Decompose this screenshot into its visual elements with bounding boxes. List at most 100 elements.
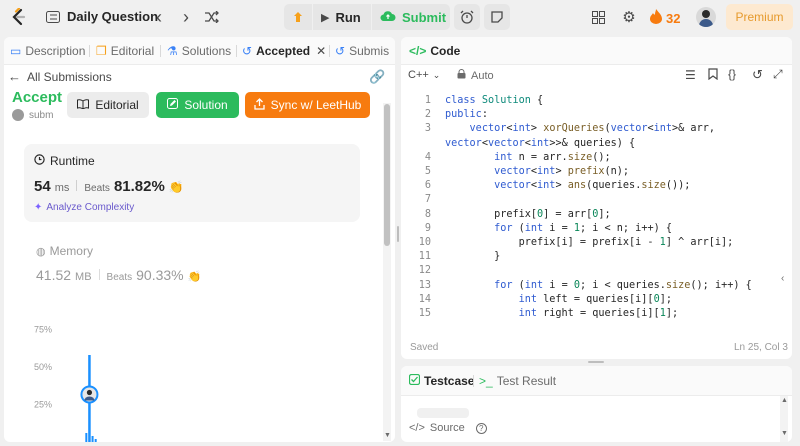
tab-divider <box>89 45 90 57</box>
code-editor[interactable]: 1 class Solution {2 public: 3 vector<int> x… <box>401 95 776 320</box>
left-scrollbar-thumb[interactable] <box>384 104 390 246</box>
tab-code[interactable]: </> Code <box>409 37 460 65</box>
scroll-up-arrow-icon[interactable]: ▲ <box>781 397 788 404</box>
line-number: 12 <box>418 265 431 277</box>
line-number: 2 <box>424 109 431 121</box>
tab-divider <box>473 375 474 387</box>
tab-divider <box>329 45 330 57</box>
tab-accepted[interactable]: ↺ Accepted ✕ <box>242 37 326 65</box>
submitter-info[interactable]: subm <box>12 109 53 121</box>
help-circle-icon[interactable]: ? <box>475 422 487 434</box>
code-brackets-icon: </> <box>409 44 427 58</box>
play-icon: ▶ <box>321 11 330 24</box>
line-content: prefix[i] = prefix[i - 1] ^ arr[i]; <box>445 237 734 248</box>
vertical-splitter-handle[interactable] <box>397 226 399 242</box>
book-icon: ❐ <box>96 44 107 58</box>
tab-description[interactable]: ▭ Description <box>10 37 85 65</box>
solution-button[interactable]: Solution <box>156 92 239 118</box>
tab-testcase[interactable]: Testcase <box>408 366 474 396</box>
cursor-position: Ln 25, Col 3 <box>734 342 788 353</box>
scroll-down-arrow-icon[interactable]: ▼ <box>781 430 788 437</box>
line-content: vector<vector<int>>& queries) { <box>445 137 636 149</box>
checkbox-icon <box>408 373 421 388</box>
distribution-bar[interactable] <box>85 433 88 442</box>
edit-icon <box>167 98 179 112</box>
close-tab-icon[interactable]: ✕ <box>316 44 326 58</box>
line-number: 4 <box>424 151 431 163</box>
line-number: 15 <box>418 308 431 319</box>
notes-button[interactable] <box>484 4 510 30</box>
memory-stats: 41.52 MB Beats 90.33% 👏 <box>36 267 202 283</box>
timer-button[interactable] <box>454 4 480 30</box>
left-tab-bar: ▭ Description ❐ Editorial ⚗ Solutions ↺ … <box>4 37 395 65</box>
language-select[interactable]: C++ ⌄ <box>408 69 440 81</box>
chevron-right-icon[interactable]: › <box>177 6 195 28</box>
y-tick-label: 75% <box>34 325 52 335</box>
share-link-icon[interactable]: 🔗 <box>369 69 385 85</box>
top-bar: Daily Question ‹ › ▶ Run Submit ⚙ 32 Pre <box>0 0 800 34</box>
memory-label-row[interactable]: ◍ Memory <box>36 244 93 258</box>
y-tick-label: 50% <box>34 362 52 372</box>
sync-leethub-button[interactable]: Sync w/ LeetHub <box>245 92 370 118</box>
user-avatar[interactable] <box>696 7 716 27</box>
line-number: 14 <box>418 293 431 305</box>
submit-button[interactable]: Submit <box>372 4 450 30</box>
case-chip[interactable] <box>417 408 469 418</box>
flask-icon: ⚗ <box>167 44 178 58</box>
fire-icon <box>650 9 662 27</box>
line-number: 6 <box>424 180 431 192</box>
format-lines-icon[interactable]: ☰ <box>685 68 696 82</box>
upload-icon <box>253 97 265 113</box>
line-number: 11 <box>418 251 431 263</box>
line-content: prefix[0] = arr[0]; <box>445 208 611 220</box>
all-submissions-link[interactable]: ← All Submissions <box>8 69 112 84</box>
tab-solutions[interactable]: ⚗ Solutions <box>167 37 231 65</box>
debug-button[interactable] <box>284 4 312 30</box>
tab-test-result[interactable]: >_ Test Result <box>479 366 556 396</box>
save-status: Saved <box>410 342 439 353</box>
shuffle-icon[interactable] <box>203 6 221 28</box>
line-content: for (int i = 0; i < queries.size(); i++)… <box>494 279 752 291</box>
braces-icon[interactable]: {} <box>728 67 736 81</box>
premium-button[interactable]: Premium <box>726 4 793 30</box>
distribution-bar[interactable] <box>91 436 94 442</box>
code-panel-header: </> Code <box>401 37 792 65</box>
settings-gear-icon[interactable]: ⚙ <box>620 6 638 28</box>
distribution-bar[interactable] <box>94 439 97 442</box>
editorial-button[interactable]: Editorial <box>67 92 149 118</box>
tab-submissions[interactable]: ↺ Submis <box>335 37 389 65</box>
clap-icon: 👏 <box>187 271 202 283</box>
chevron-left-icon[interactable]: ‹ <box>150 6 168 28</box>
runtime-stats: 54 ms Beats 81.82% 👏 <box>34 178 184 195</box>
line-number: 7 <box>424 194 431 206</box>
analyze-complexity-link[interactable]: ✦ Analyze Complexity <box>34 202 134 213</box>
editor-scroll-arrow-icon[interactable]: ‹ <box>781 273 784 284</box>
lock-icon <box>457 69 466 82</box>
streak-counter[interactable]: 32 <box>650 9 680 27</box>
line-content: int left = queries[i][0]; <box>518 293 672 305</box>
tab-divider <box>160 45 161 57</box>
memory-chip-icon: ◍ <box>36 245 46 258</box>
line-number: 13 <box>418 279 431 291</box>
reset-icon[interactable]: ↺ <box>752 67 763 83</box>
source-link[interactable]: </> Source ? <box>409 422 487 434</box>
scroll-down-arrow-icon[interactable]: ▼ <box>384 432 391 439</box>
tab-editorial[interactable]: ❐ Editorial <box>96 37 154 65</box>
expand-icon[interactable]: ⤢ <box>773 67 783 82</box>
problem-list-icon[interactable] <box>44 6 62 28</box>
run-button[interactable]: ▶ Run <box>313 4 371 30</box>
line-number: 8 <box>424 208 431 220</box>
user-avatar <box>12 109 24 121</box>
user-position-marker[interactable] <box>80 385 99 404</box>
distribution-chart[interactable]: 75% 50% 25% <box>4 307 374 442</box>
bookmark-icon[interactable] <box>708 68 718 83</box>
runtime-card[interactable]: Runtime 54 ms Beats 81.82% 👏 ✦ Analyze C… <box>24 144 360 222</box>
leetcode-logo-icon[interactable] <box>8 6 28 28</box>
daily-question-link[interactable]: Daily Question <box>67 9 158 24</box>
testcase-panel: Testcase >_ Test Result ▲ ▼ </> Source ? <box>401 366 792 442</box>
code-panel: </> Code C++ ⌄ Auto ☰ {} ↺ ⤢ 1 class Solu… <box>401 37 792 359</box>
line-number: 5 <box>424 166 431 177</box>
horizontal-splitter-handle[interactable] <box>588 361 604 363</box>
auto-mode-toggle[interactable]: Auto <box>457 69 494 82</box>
layout-grid-icon[interactable] <box>589 6 607 28</box>
